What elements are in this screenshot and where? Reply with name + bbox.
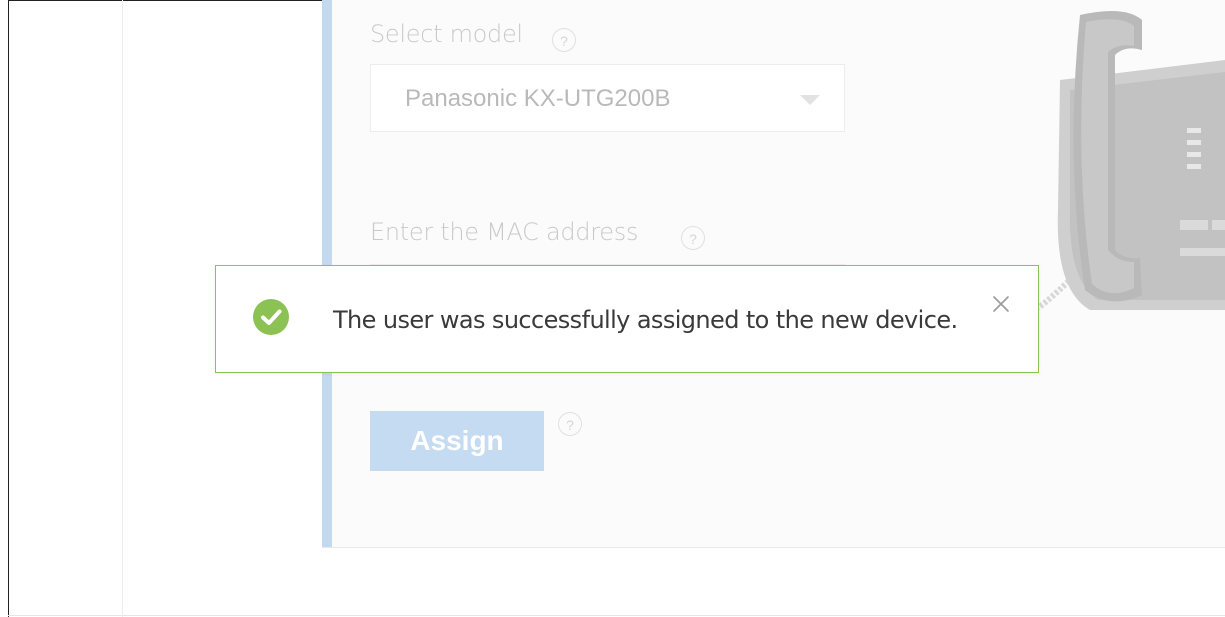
success-toast: The user was successfully assigned to th… [215,265,1039,373]
check-circle-icon [253,299,289,335]
window-frame-bottom [8,615,1225,616]
sidebar-divider [122,0,123,617]
toast-message: The user was successfully assigned to th… [333,306,958,334]
window-frame-left [8,0,9,617]
chevron-down-icon [800,95,820,105]
close-icon[interactable] [989,292,1013,316]
select-model-label: Select model [370,20,523,48]
model-select[interactable]: Panasonic KX-UTG200B [370,64,845,132]
desk-phone-image [1033,11,1225,310]
model-help-icon[interactable]: ? [552,28,576,52]
assign-button[interactable]: Assign [370,411,544,471]
mac-help-icon[interactable]: ? [681,226,705,250]
mac-address-label: Enter the MAC address [370,218,639,246]
assign-help-icon[interactable]: ? [558,412,582,436]
model-select-value: Panasonic KX-UTG200B [405,85,671,112]
